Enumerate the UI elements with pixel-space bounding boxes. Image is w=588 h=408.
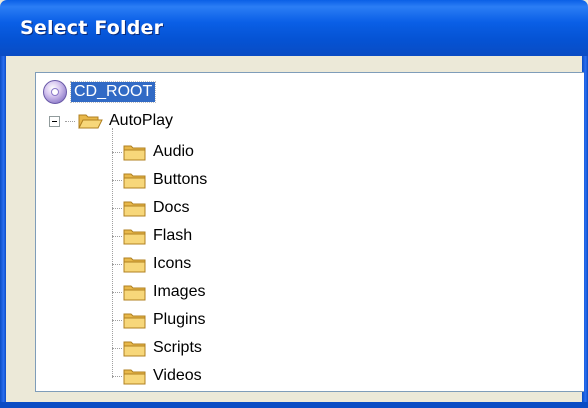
select-folder-dialog: Select Folder CD_ROOT AutoPlay Audio But…: [0, 0, 588, 408]
folder-icon: [123, 369, 146, 385]
tree-node-docs[interactable]: Docs: [122, 195, 192, 221]
window-frame-left: [0, 56, 6, 408]
tree-node-label: Audio: [153, 143, 194, 160]
tree-connector-line: [112, 320, 122, 321]
tree-node-label: Flash: [153, 227, 193, 244]
tree-node-label: AutoPlay: [109, 112, 174, 129]
tree-node-icons[interactable]: Icons: [122, 251, 194, 277]
tree-node-audio[interactable]: Audio: [122, 139, 197, 165]
window-title: Select Folder: [20, 17, 164, 39]
tree-connector-line: [112, 348, 122, 349]
tree-connector-line: [112, 152, 122, 153]
folder-icon: [123, 313, 146, 329]
tree-node-label: Images: [153, 283, 206, 300]
folder-icon: [123, 201, 146, 217]
window-frame-bottom: [0, 402, 588, 408]
folder-icon: [123, 173, 146, 189]
tree-node-autoplay[interactable]: AutoPlay: [77, 108, 176, 134]
tree-connector-line: [112, 264, 122, 265]
folder-icon: [123, 229, 146, 245]
folder-icon: [123, 257, 146, 273]
tree-node-scripts[interactable]: Scripts: [122, 335, 205, 361]
collapse-toggle[interactable]: [49, 116, 60, 127]
cd-disc-icon: [43, 80, 67, 104]
folder-tree[interactable]: CD_ROOT AutoPlay Audio Buttons Docs Flash Ic…: [35, 72, 584, 392]
tree-node-label: CD_ROOT: [69, 81, 157, 103]
tree-node-label: Videos: [153, 367, 202, 384]
tree-node-label: Icons: [153, 255, 192, 272]
title-bar[interactable]: Select Folder: [0, 0, 588, 56]
tree-connector-line: [112, 292, 122, 293]
tree-connector-line: [112, 180, 122, 181]
tree-node-cd-root[interactable]: CD_ROOT: [42, 79, 157, 105]
tree-node-buttons[interactable]: Buttons: [122, 167, 210, 193]
folder-open-icon: [78, 114, 103, 129]
folder-icon: [123, 285, 146, 301]
tree-connector-line: [112, 376, 122, 377]
folder-icon: [123, 145, 146, 161]
tree-connector-line: [65, 121, 75, 122]
tree-connector-line: [112, 208, 122, 209]
tree-node-label: Scripts: [153, 339, 202, 356]
tree-node-plugins[interactable]: Plugins: [122, 307, 208, 333]
tree-connector-line: [112, 236, 122, 237]
tree-node-videos[interactable]: Videos: [122, 363, 205, 389]
tree-node-images[interactable]: Images: [122, 279, 208, 305]
tree-node-label: Buttons: [153, 171, 208, 188]
tree-node-flash[interactable]: Flash: [122, 223, 195, 249]
tree-node-label: Plugins: [153, 311, 206, 328]
tree-connector-line: [112, 128, 113, 378]
tree-node-label: Docs: [153, 199, 190, 216]
folder-icon: [123, 341, 146, 357]
